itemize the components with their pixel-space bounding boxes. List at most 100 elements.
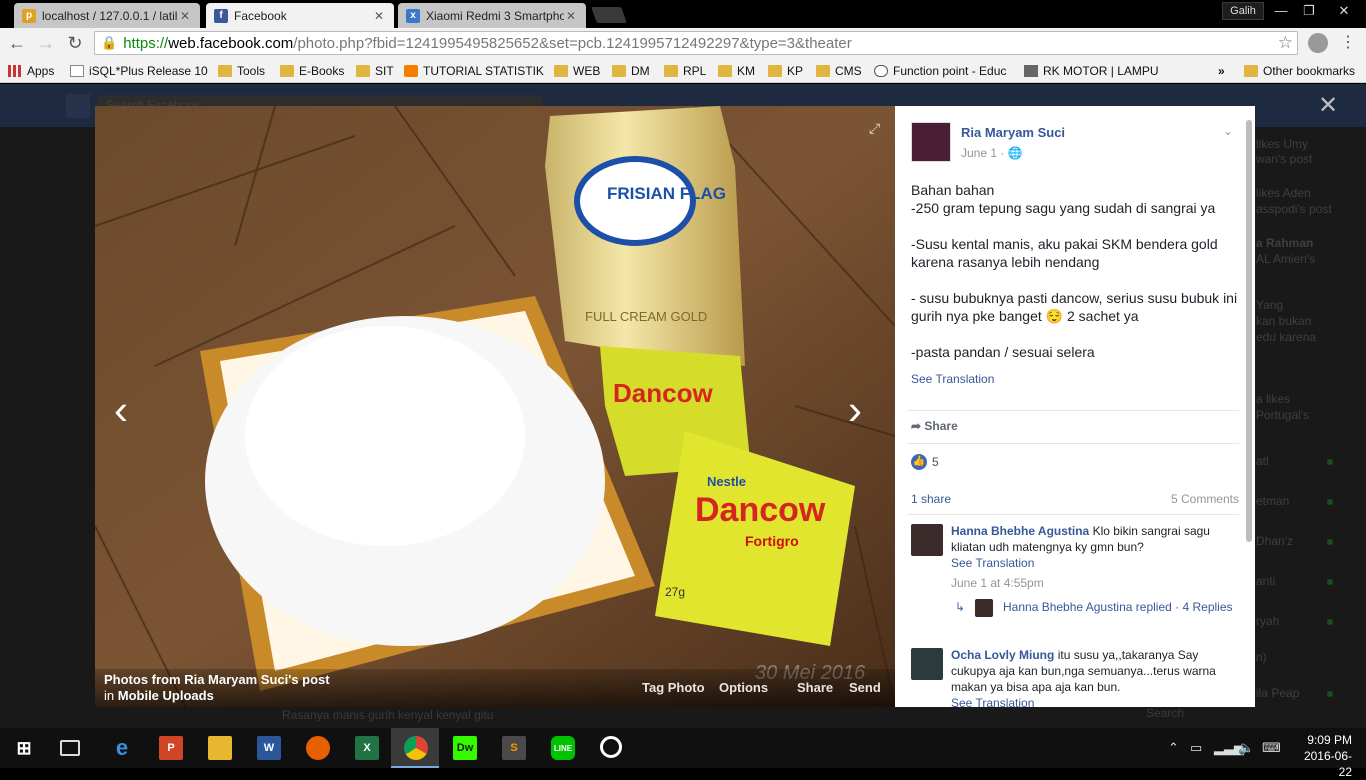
caption-album-link[interactable]: Mobile Uploads (118, 688, 214, 703)
line-icon[interactable]: LINE (551, 736, 575, 760)
close-icon[interactable]: ✕ (178, 9, 192, 23)
chat-contact-fragment[interactable]: Dhan'z (1256, 534, 1293, 548)
folder-icon (612, 64, 626, 77)
commenter-avatar[interactable] (911, 648, 943, 680)
tag-photo-button[interactable]: Tag Photo (642, 680, 705, 695)
see-translation-link[interactable]: See Translation (951, 555, 1241, 571)
new-tab-button[interactable] (591, 7, 627, 23)
commenter-name-link[interactable]: Ocha Lovly Miung (951, 648, 1054, 662)
chat-contact-fragment[interactable]: etman (1256, 494, 1289, 508)
chrome-menu-icon[interactable]: ⋮ (1340, 33, 1356, 53)
photo-share-button[interactable]: Share (797, 680, 833, 695)
reload-icon[interactable]: ↻ (64, 32, 86, 54)
system-clock[interactable]: 9:09 PM 2016-06-22 (1292, 732, 1352, 780)
keyboard-icon[interactable]: ⌨ (1262, 740, 1281, 756)
task-view-icon[interactable] (60, 740, 80, 756)
windows-start-icon[interactable]: ⊞ (12, 736, 36, 760)
close-icon[interactable]: ✕ (564, 9, 578, 23)
options-button[interactable]: Options (719, 680, 768, 695)
tab-xiaomi[interactable]: x Xiaomi Redmi 3 Smartpho ✕ (398, 3, 586, 28)
chat-contact-fragment[interactable]: anti (1256, 574, 1275, 588)
bookmark-rpl[interactable]: RPL (664, 62, 708, 79)
bookmark-star-icon[interactable]: ☆ (1278, 33, 1293, 53)
window-close-icon[interactable]: ✕ (1326, 2, 1362, 20)
bookmark-rk-motor[interactable]: RK MOTOR | LAMPU I (1024, 62, 1160, 79)
bookmark-tutorial-statistik[interactable]: TUTORIAL STATISTIK: / (404, 62, 544, 79)
tab-localhost[interactable]: p localhost / 127.0.0.1 / latil ✕ (14, 3, 200, 28)
theater-photo[interactable]: FRISIAN FLAG FULL CREAM GOLD Dancow Nest… (95, 106, 895, 707)
chrome-icon[interactable] (404, 736, 428, 760)
dreamweaver-icon[interactable]: Dw (453, 736, 477, 760)
bookmarks-bar: Apps iSQL*Plus Release 10.2 Tools E-Book… (0, 58, 1366, 83)
restore-icon[interactable]: ❐ (1296, 2, 1322, 20)
chat-contact-fragment[interactable]: ryah (1256, 614, 1279, 628)
network-icon[interactable]: ▭ (1190, 740, 1202, 756)
sachet-name-label: Dancow (695, 491, 826, 529)
like-count[interactable]: 👍 5 (911, 454, 939, 470)
caption-in: in (104, 688, 115, 703)
groove-icon[interactable] (600, 736, 622, 758)
address-bar[interactable]: 🔒 https:// web.facebook.com /photo.php?f… (94, 31, 1298, 55)
other-bookmarks[interactable]: Other bookmarks (1244, 62, 1362, 79)
bookmark-cms[interactable]: CMS (816, 62, 864, 79)
file-explorer-icon[interactable] (208, 736, 232, 760)
chat-contact-fragment[interactable]: atl (1256, 454, 1269, 468)
fullscreen-expand-icon[interactable]: ⤢ (869, 120, 880, 137)
firefox-icon[interactable] (306, 736, 330, 760)
bookmark-sit[interactable]: SIT (356, 62, 398, 79)
shares-count-link[interactable]: 1 share (911, 492, 951, 506)
bookmark-label: RK MOTOR | LAMPU I (1043, 63, 1160, 78)
close-icon[interactable]: ✕ (372, 9, 386, 23)
see-translation-link[interactable]: See Translation (911, 372, 994, 386)
previous-photo-icon[interactable]: ‹ (114, 386, 128, 434)
bookmarks-overflow-button[interactable]: » (1218, 62, 1232, 79)
word-icon[interactable]: W (257, 736, 281, 760)
tab-facebook[interactable]: f Facebook ✕ (206, 3, 394, 28)
comments-count-link[interactable]: 5 Comments (1171, 492, 1239, 506)
bookmark-km[interactable]: KM (718, 62, 758, 79)
reply-avatar[interactable] (975, 599, 993, 617)
caption-author-link[interactable]: Ria Maryam Suci's post (184, 672, 329, 687)
see-translation-link[interactable]: See Translation (951, 695, 1241, 707)
next-photo-icon[interactable]: › (848, 386, 862, 434)
view-replies-link[interactable]: Hanna Bhebhe Agustina replied · 4 Replie… (1003, 599, 1233, 615)
chat-search-input[interactable]: Search (1146, 706, 1184, 720)
minimize-icon[interactable]: — (1268, 2, 1294, 20)
author-avatar[interactable] (911, 122, 951, 162)
theater-close-icon[interactable]: ✕ (1316, 94, 1340, 118)
chevron-up-icon[interactable]: ⌃ (1168, 740, 1179, 756)
bookmark-dm[interactable]: DM (612, 62, 656, 79)
post-date[interactable]: June 1 · 🌐 (961, 146, 1023, 160)
excel-icon[interactable]: X (355, 736, 379, 760)
chat-contact-fragment[interactable]: ila Peap (1256, 686, 1299, 700)
commenter-avatar[interactable] (911, 524, 943, 556)
sublime-icon[interactable]: S (502, 736, 526, 760)
photo-image: FRISIAN FLAG FULL CREAM GOLD Dancow Nest… (95, 106, 895, 707)
bookmark-apps[interactable]: Apps (8, 62, 60, 79)
volume-icon[interactable]: 🔈 (1238, 740, 1254, 756)
online-dot-icon (1327, 579, 1333, 585)
bookmark-function-point[interactable]: Function point - Educ (874, 62, 1012, 79)
chat-contact-fragment[interactable]: n) (1256, 650, 1267, 664)
forward-icon[interactable]: → (35, 32, 57, 54)
edge-icon[interactable]: e (110, 735, 134, 760)
back-icon[interactable]: ← (6, 32, 28, 54)
extension-icon[interactable] (1308, 33, 1328, 53)
powerpoint-icon[interactable]: P (159, 736, 183, 760)
bookmark-isqlplus[interactable]: iSQL*Plus Release 10.2 (70, 62, 208, 79)
share-button[interactable]: ➦ Share (911, 419, 958, 433)
send-button[interactable]: Send (849, 680, 881, 695)
bookmark-tools[interactable]: Tools (218, 62, 274, 79)
apps-grid-icon (8, 64, 22, 77)
profile-button[interactable]: Galih (1222, 2, 1264, 20)
post-author-link[interactable]: Ria Maryam Suci (961, 125, 1065, 140)
bookmark-label: Tools (237, 63, 266, 78)
comment-time[interactable]: June 1 at 4:55pm (951, 575, 1241, 591)
panel-scrollbar[interactable] (1246, 120, 1252, 542)
bookmark-ebooks[interactable]: E-Books (280, 62, 348, 79)
folder-icon (554, 64, 568, 77)
bookmark-kp[interactable]: KP (768, 62, 808, 79)
bookmark-web[interactable]: WEB (554, 62, 604, 79)
chevron-down-icon[interactable]: ⌄ (1223, 124, 1233, 138)
commenter-name-link[interactable]: Hanna Bhebhe Agustina (951, 524, 1089, 538)
